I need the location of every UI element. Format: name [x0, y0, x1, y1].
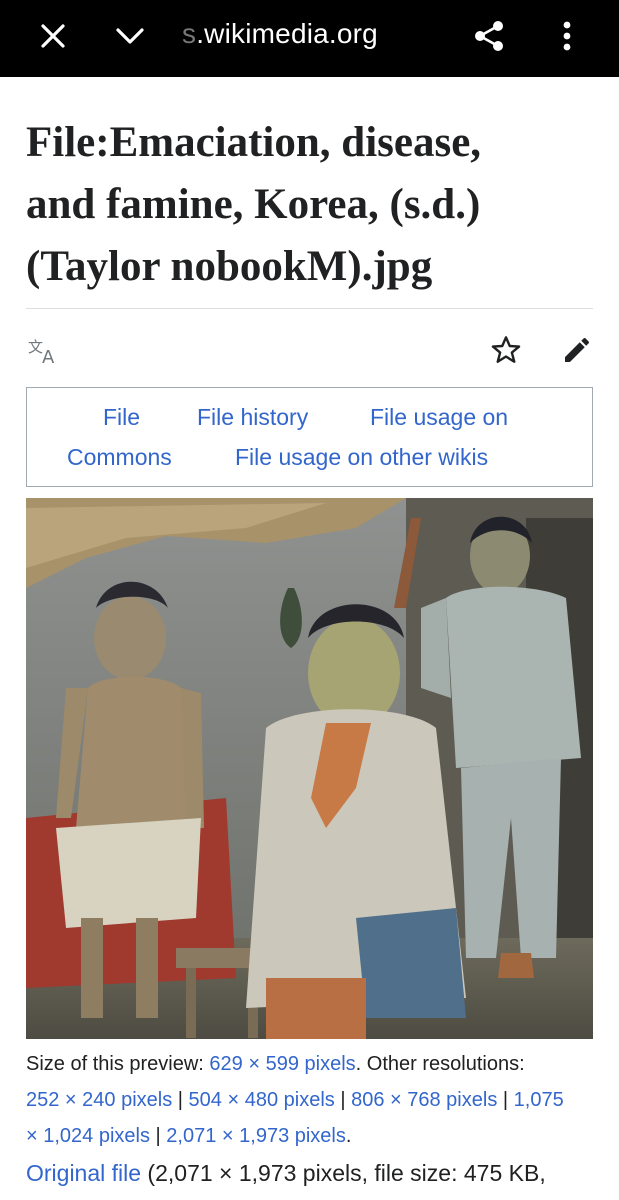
- close-icon[interactable]: [29, 12, 77, 60]
- title-divider: [26, 308, 593, 309]
- file-image[interactable]: [26, 498, 593, 1039]
- url-faded-text: s: [182, 18, 197, 49]
- edit-pencil-icon[interactable]: [557, 330, 597, 370]
- title-line: File:Emaciation, disease,: [26, 119, 482, 166]
- separator: |: [149, 1125, 167, 1147]
- url-bar[interactable]: s.wikimedia.org: [182, 14, 378, 54]
- url-text: .wikimedia.org: [196, 18, 378, 49]
- original-file-details: (2,071 × 1,973 pixels, file size: 475 KB…: [141, 1160, 546, 1186]
- file-info: Size of this preview: 629 × 599 pixels. …: [26, 1046, 601, 1154]
- tab-file-usage-commons[interactable]: File usage on: [370, 402, 508, 432]
- share-icon[interactable]: [465, 12, 513, 60]
- original-file-line: Original file (2,071 × 1,973 pixels, fil…: [26, 1155, 619, 1191]
- resolution-link[interactable]: 1,075: [514, 1089, 564, 1111]
- browser-toolbar: s.wikimedia.org: [0, 0, 619, 77]
- tab-file-history[interactable]: File history: [197, 402, 308, 432]
- chevron-down-icon[interactable]: [106, 12, 154, 60]
- resolution-link[interactable]: × 1,024 pixels: [26, 1125, 150, 1147]
- svg-text:A: A: [42, 347, 55, 365]
- preview-suffix: . Other resolutions:: [355, 1053, 525, 1075]
- resolution-link[interactable]: 252 × 240 pixels: [26, 1089, 172, 1111]
- title-line: (Taylor nobookM).jpg: [26, 243, 433, 290]
- tab-file[interactable]: File: [103, 402, 140, 432]
- separator: |: [497, 1089, 514, 1111]
- file-sections-nav: File File history File usage on Commons …: [26, 387, 593, 487]
- title-line: and famine, Korea, (s.d.): [26, 181, 481, 228]
- star-icon[interactable]: [486, 330, 526, 370]
- preview-prefix: Size of this preview:: [26, 1053, 210, 1075]
- original-file-link[interactable]: Original file: [26, 1160, 141, 1186]
- tab-file-usage-other-wikis[interactable]: File usage on other wikis: [235, 442, 488, 472]
- resolution-link[interactable]: 2,071 × 1,973 pixels: [166, 1125, 346, 1147]
- separator: |: [334, 1089, 352, 1111]
- translate-icon[interactable]: 文 A: [24, 330, 64, 370]
- svg-text:文: 文: [28, 338, 43, 356]
- separator: |: [172, 1089, 189, 1111]
- end-period: .: [345, 1125, 352, 1147]
- tab-file-usage-commons[interactable]: Commons: [67, 442, 172, 472]
- page-title: File:Emaciation, disease, and famine, Ko…: [26, 112, 601, 298]
- resolution-link[interactable]: 806 × 768 pixels: [351, 1089, 497, 1111]
- more-vertical-icon[interactable]: [543, 12, 591, 60]
- resolution-link[interactable]: 504 × 480 pixels: [189, 1089, 335, 1111]
- preview-size-link[interactable]: 629 × 599 pixels: [209, 1053, 355, 1075]
